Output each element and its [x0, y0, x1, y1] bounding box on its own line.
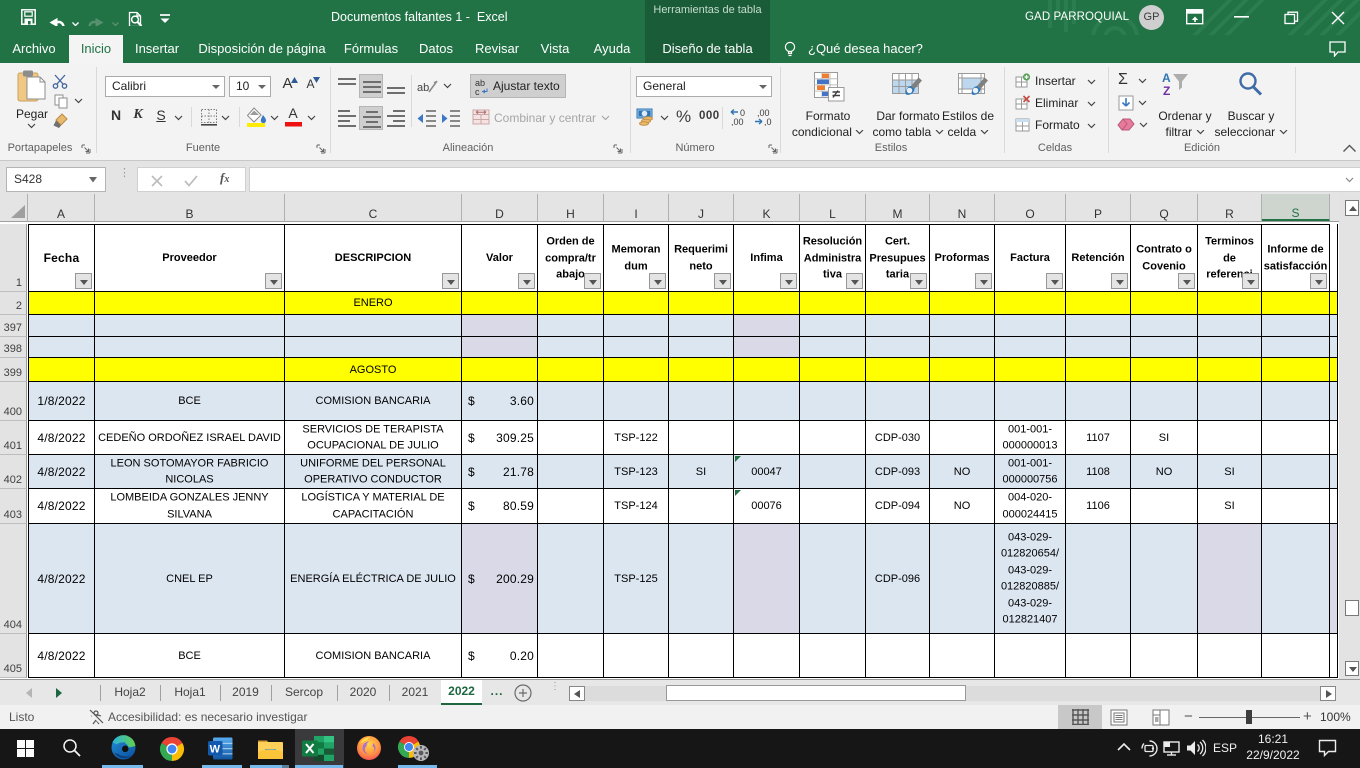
svg-text:ab: ab — [417, 82, 429, 94]
svg-text:A: A — [1162, 71, 1171, 85]
svg-text:c: c — [475, 87, 480, 96]
svg-text:W: W — [210, 743, 221, 755]
svg-text:,00: ,00 — [731, 117, 744, 126]
svg-text:Z: Z — [1163, 84, 1170, 97]
svg-text:,0: ,0 — [764, 117, 772, 126]
